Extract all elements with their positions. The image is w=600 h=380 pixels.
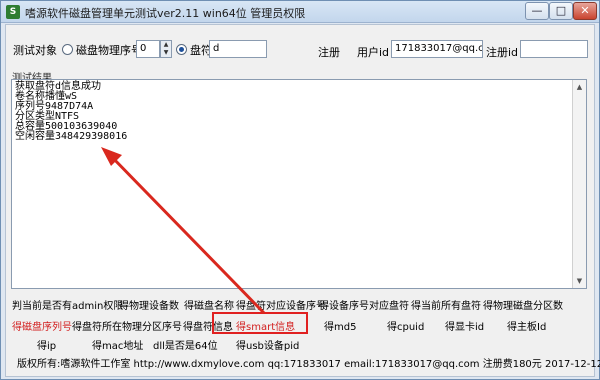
cmd-ip[interactable]: 得ip <box>37 337 56 352</box>
cmd-disk-name[interactable]: 得磁盘名称 <box>184 297 234 312</box>
cmd-drive-partition-index[interactable]: 得盘符所在物理分区序号 <box>72 318 182 333</box>
scroll-down-icon[interactable]: ▼ <box>573 274 586 288</box>
cmd-check-admin[interactable]: 判当前是否有admin权限 <box>12 297 123 312</box>
register-id-field[interactable] <box>520 40 588 58</box>
user-id-field[interactable]: 171833017@qq.com <box>391 40 483 58</box>
cmd-disk-serial[interactable]: 得磁盘序列号 <box>12 318 72 333</box>
cmd-md5[interactable]: 得md5 <box>324 318 356 333</box>
user-id-label: 用户id <box>357 46 390 59</box>
cmd-partition-count[interactable]: 得物理磁盘分区数 <box>483 297 563 312</box>
minimize-button[interactable]: — <box>525 2 549 20</box>
scroll-up-icon[interactable]: ▲ <box>573 80 586 94</box>
register-id-label: 注册id <box>486 46 519 59</box>
cmd-gpu-id[interactable]: 得显卡id <box>445 318 484 333</box>
register-label: 注册 <box>318 46 340 59</box>
window-title: 嗜源软件磁盘管理单元测试ver2.11 win64位 管理员权限 <box>25 7 306 20</box>
test-object-label: 测试对象 <box>13 44 57 57</box>
client-area: 测试对象 磁盘物理序号 0 ▲ ▼ 盘符 d 注册 用户id 171833017… <box>5 24 600 377</box>
stepper-down-icon[interactable]: ▼ <box>161 49 171 57</box>
app-window: S 嗜源软件磁盘管理单元测试ver2.11 win64位 管理员权限 — □ ✕… <box>0 0 600 380</box>
title-bar[interactable]: S 嗜源软件磁盘管理单元测试ver2.11 win64位 管理员权限 — □ ✕ <box>1 1 599 23</box>
cmd-device-to-drive[interactable]: 得设备序号对应盘符 <box>319 297 409 312</box>
cmd-physical-device-count[interactable]: 得物理设备数 <box>119 297 179 312</box>
close-button[interactable]: ✕ <box>573 2 597 20</box>
physical-index-stepper[interactable]: ▲ ▼ <box>160 40 172 58</box>
cmd-dll-64bit[interactable]: dll是否是64位 <box>153 337 218 352</box>
result-line: 获取盘符d信息成功 <box>15 81 102 92</box>
footer-copyright: 版权所有:嗜源软件工作室 http://www.dxmylove.com qq:… <box>17 359 600 370</box>
result-line: 序列号9487D74A <box>15 101 94 112</box>
cmd-all-drives[interactable]: 得当前所有盘符 <box>411 297 481 312</box>
cmd-mac-address[interactable]: 得mac地址 <box>92 337 143 352</box>
result-line: 卷名称播懂wS <box>15 91 78 102</box>
radio-physical-disk[interactable] <box>62 44 73 55</box>
drive-letter-input[interactable]: d <box>209 40 267 58</box>
cmd-motherboard-id[interactable]: 得主板Id <box>507 318 546 333</box>
physical-disk-label: 磁盘物理序号 <box>76 44 142 57</box>
vertical-scrollbar[interactable]: ▲ ▼ <box>572 80 586 288</box>
result-textarea[interactable]: 获取盘符d信息成功 卷名称播懂wS 序列号9487D74A 分区类型NTFS 总… <box>11 79 587 289</box>
cmd-drive-to-device[interactable]: 得盘符对应设备序号 <box>236 297 326 312</box>
app-icon: S <box>6 5 20 19</box>
highlight-box <box>212 312 308 334</box>
cmd-cpuid[interactable]: 得cpuid <box>387 318 424 333</box>
result-line: 空闲容量348429398016 <box>15 131 128 142</box>
stepper-up-icon[interactable]: ▲ <box>161 41 171 49</box>
radio-drive-letter[interactable] <box>176 44 187 55</box>
cmd-usb-pid[interactable]: 得usb设备pid <box>236 337 299 352</box>
maximize-button[interactable]: □ <box>549 2 573 20</box>
physical-index-input[interactable]: 0 <box>136 40 160 58</box>
